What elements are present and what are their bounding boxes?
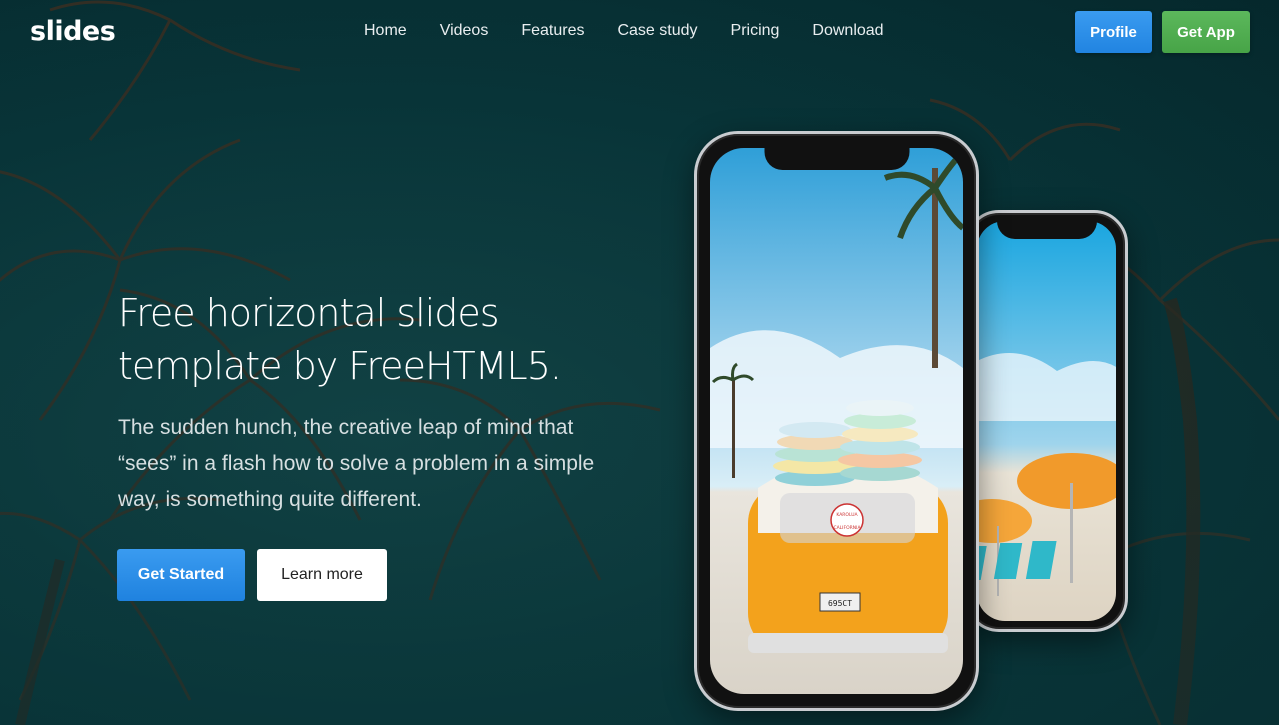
phone-side-button: [694, 212, 697, 240]
brand-logo[interactable]: slides: [30, 16, 116, 47]
get-app-button[interactable]: Get App: [1162, 11, 1250, 53]
main-nav: Home Videos Features Case study Pricing …: [347, 20, 900, 42]
top-navbar: slides Home Videos Features Case study P…: [0, 0, 1279, 64]
get-started-button[interactable]: Get Started: [117, 549, 245, 601]
phone-mockup-front: KAROLUA CALIFORNIA 695CT: [694, 131, 979, 711]
learn-more-button[interactable]: Learn more: [257, 549, 387, 601]
van-badge-bottom: CALIFORNIA: [833, 525, 861, 531]
phone-mockup-back: [965, 210, 1128, 632]
phone-side-button: [694, 256, 697, 301]
phone-notch: [764, 148, 909, 170]
nav-download[interactable]: Download: [795, 20, 899, 42]
nav-features[interactable]: Features: [504, 20, 600, 42]
hero-description: The sudden hunch, the creative leap of m…: [118, 416, 595, 511]
nav-case-study[interactable]: Case study: [600, 20, 713, 42]
surf-van-image: KAROLUA CALIFORNIA 695CT: [710, 148, 963, 694]
hero-title: Free horizontal slides template by FreeH…: [118, 287, 638, 393]
van-badge-top: KAROLUA: [836, 512, 858, 518]
license-plate: 695CT: [828, 599, 852, 608]
phone-side-button: [694, 309, 697, 354]
hero-title-line-2: template by FreeHTML5.: [118, 344, 562, 388]
hero-title-line-1: Free horizontal slides: [118, 291, 500, 335]
nav-videos[interactable]: Videos: [423, 20, 505, 42]
nav-pricing[interactable]: Pricing: [714, 20, 796, 42]
beach-umbrellas-image: [977, 221, 1116, 621]
profile-button[interactable]: Profile: [1075, 11, 1152, 53]
nav-home[interactable]: Home: [347, 20, 423, 42]
phone-notch: [996, 221, 1097, 239]
